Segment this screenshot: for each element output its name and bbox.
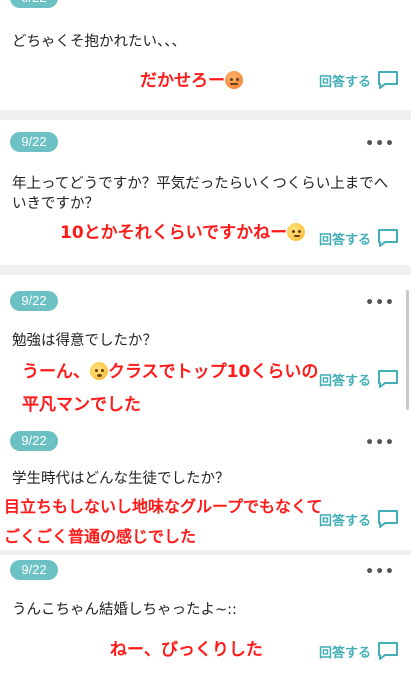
reply-text: だかせろー [140, 66, 243, 91]
question-card: 9/22 ••• うんこちゃん結婚しちゃったよ~:: ねー、びっくりした 回答す… [0, 555, 411, 680]
date-badge: 9/22 [10, 0, 58, 8]
more-options-icon[interactable]: ••• [365, 564, 395, 580]
more-options-icon[interactable]: ••• [365, 0, 395, 6]
reply-text: ねー、びっくりした [110, 640, 263, 660]
question-text: 年上ってどうですか？平気だったらいくつくらい上までへいきですか？ [12, 176, 389, 212]
speech-bubble-icon [378, 370, 398, 388]
date-badge: 9/22 [10, 291, 58, 311]
question-card: 9/22 ••• どちゃくそ抱かれたい、、、 だかせろー 回答する [0, 0, 411, 111]
more-options-icon[interactable]: ••• [365, 136, 395, 152]
answer-button-label: 回答する [318, 645, 371, 661]
reply-text-line: 平凡マンでした [22, 395, 141, 415]
reply-text-line: ごくごく普通の感じでした [4, 527, 197, 546]
scrollbar[interactable] [406, 290, 409, 410]
more-options-icon[interactable]: ••• [365, 295, 395, 311]
answer-button-label: 回答する [318, 513, 371, 529]
question-text: どちゃくそ抱かれたい、、、 [12, 34, 186, 50]
answer-button[interactable]: 回答する [319, 641, 399, 661]
dizzy-face-icon [90, 362, 108, 380]
question-text: 学生時代はどんな生徒でしたか？ [12, 471, 230, 487]
speech-bubble-icon [378, 229, 398, 247]
date-badge: 9/22 [10, 560, 58, 580]
answer-button-label: 回答する [318, 232, 371, 248]
separator [0, 110, 411, 120]
answer-button-label: 回答する [318, 373, 371, 389]
question-card: 9/22 ••• 年上ってどうですか？平気だったらいくつくらい上までへいきですか… [0, 120, 411, 266]
speech-bubble-icon [378, 642, 398, 660]
answer-button[interactable]: 回答する [319, 509, 399, 529]
more-options-icon[interactable]: ••• [365, 435, 395, 451]
separator [0, 265, 411, 275]
speech-bubble-icon [378, 510, 398, 528]
answer-button[interactable]: 回答する [319, 369, 399, 389]
speech-bubble-icon [378, 71, 398, 89]
question-text: うんこちゃん結婚しちゃったよ~:: [12, 602, 237, 618]
question-card: 9/22 ••• 学生時代はどんな生徒でしたか？ 目立ちもしないし地味なグループ… [0, 423, 411, 551]
date-badge: 9/22 [10, 431, 58, 451]
answer-button[interactable]: 回答する [319, 228, 399, 248]
answer-button[interactable]: 回答する [319, 70, 399, 90]
reply-text-line: 目立ちもしないし地味なグループでもなくて [4, 497, 323, 516]
reply-text: うーん、 クラスでトップ10くらいの [22, 362, 319, 382]
question-text: 勉強は得意でしたか？ [12, 333, 157, 349]
question-card: 9/22 ••• 勉強は得意でしたか？ うーん、 クラスでトップ10くらいの 平凡… [0, 275, 411, 424]
thinking-face-icon [287, 223, 306, 241]
answer-button-label: 回答する [318, 74, 371, 90]
reply-text: 10とかそれくらいですかねー [60, 218, 306, 243]
date-badge: 9/22 [10, 132, 58, 152]
angry-face-icon [225, 71, 243, 89]
